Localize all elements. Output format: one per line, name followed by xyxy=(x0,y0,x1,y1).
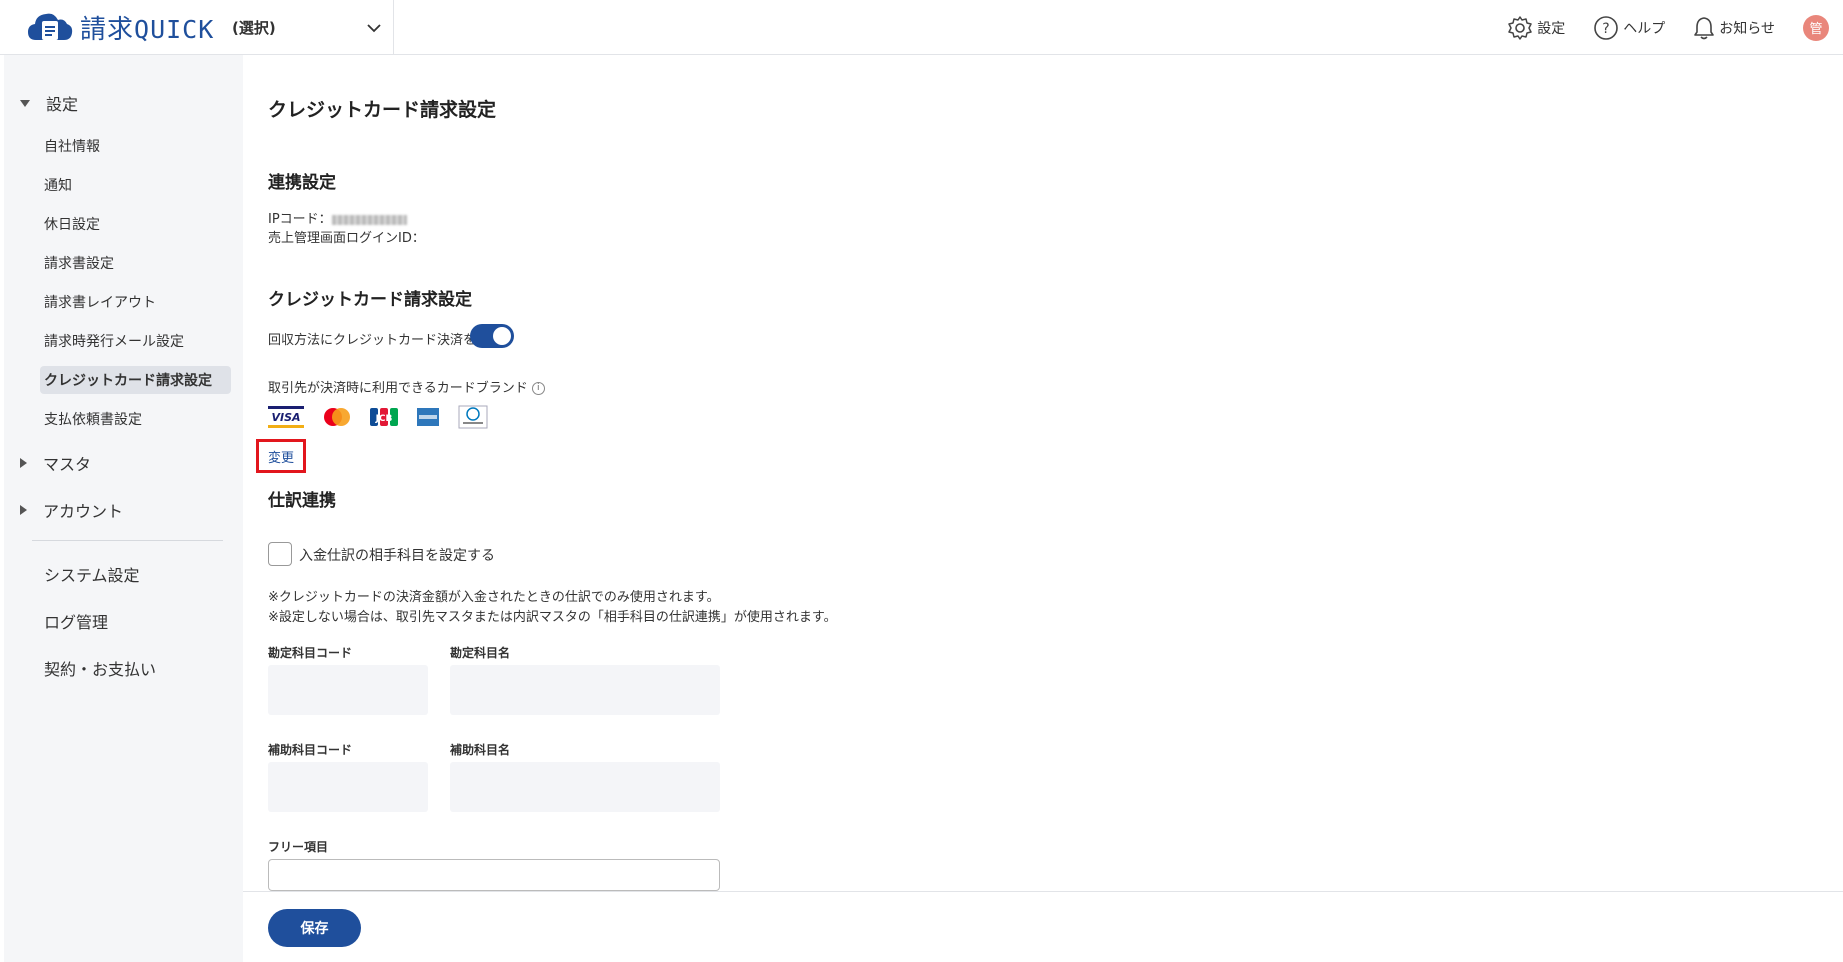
credit-card-toggle[interactable] xyxy=(470,324,514,348)
brands-row: 取引先が決済時に利用できるカードブランド i xyxy=(268,377,545,396)
caret-right-icon xyxy=(20,505,27,515)
main-content: クレジットカード請求設定 連携設定 IPコード： 売上管理画面ログインID： ク… xyxy=(243,55,1843,891)
info-icon[interactable]: i xyxy=(531,382,545,395)
sidebar-divider xyxy=(32,540,223,541)
account-code-label: 勘定科目コード xyxy=(268,646,353,660)
diners-club-icon xyxy=(458,405,488,429)
caret-down-icon xyxy=(20,99,30,107)
ip-code-redacted xyxy=(331,214,407,225)
amex-icon xyxy=(416,405,440,429)
sub-name-label: 補助科目名 xyxy=(450,743,511,757)
account-name-label: 勘定科目名 xyxy=(450,646,511,660)
sidebar-item-invoice-mail[interactable]: 請求時発行メール設定 xyxy=(40,327,231,355)
svg-text:JCB: JCB xyxy=(375,414,393,424)
sidebar-group-label: マスタ xyxy=(43,455,92,474)
sidebar-item-company-info[interactable]: 自社情報 xyxy=(40,132,231,160)
cloud-document-icon xyxy=(28,13,73,40)
app-header: 請求QUICK (選択) 設定 ? ヘルプ お知らせ 管 xyxy=(0,0,1843,55)
sub-code-label: 補助科目コード xyxy=(268,743,353,757)
sidebar-item-contract[interactable]: 契約・お支払い xyxy=(44,656,156,680)
note-2: ※設定しない場合は、取引先マスタまたは内訳マスタの「相手科目の仕訳連携」が使用さ… xyxy=(268,610,837,625)
help-label: ヘルプ xyxy=(1623,20,1666,37)
sidebar-item-holidays[interactable]: 休日設定 xyxy=(40,210,231,238)
avatar[interactable]: 管 xyxy=(1803,14,1829,41)
page-title: クレジットカード請求設定 xyxy=(268,99,497,121)
notifications-link[interactable]: お知らせ xyxy=(1693,16,1775,40)
sidebar-item-notifications[interactable]: 通知 xyxy=(40,171,231,199)
mastercard-icon xyxy=(322,405,352,429)
bell-icon xyxy=(1694,16,1715,39)
chevron-down-icon xyxy=(367,23,381,32)
account-select[interactable]: (選択) xyxy=(222,0,394,55)
sidebar-item-invoice-layout[interactable]: 請求書レイアウト xyxy=(40,288,231,316)
journal-checkbox[interactable] xyxy=(268,542,292,566)
free-item-label: フリー項目 xyxy=(268,840,329,854)
sidebar-item-invoice-settings[interactable]: 請求書設定 xyxy=(40,249,231,277)
footer-bar: 保存 xyxy=(243,891,1843,962)
toggle-label: 回収方法にクレジットカード決済を追加 xyxy=(268,333,503,348)
sidebar-item-system-settings[interactable]: システム設定 xyxy=(44,562,140,586)
free-item-field[interactable] xyxy=(268,859,720,891)
sidebar-group-account[interactable]: アカウント xyxy=(20,498,123,522)
brands-label: 取引先が決済時に利用できるカードブランド xyxy=(268,381,528,396)
journal-checkbox-label: 入金仕訳の相手科目を設定する xyxy=(299,548,495,564)
sub-code-field[interactable] xyxy=(268,762,428,812)
gear-icon xyxy=(1508,15,1533,40)
svg-text:?: ? xyxy=(1603,21,1610,37)
jcb-icon: JCB xyxy=(370,405,398,429)
save-button[interactable]: 保存 xyxy=(268,909,361,947)
visa-icon: VISA xyxy=(268,405,304,429)
sales-login-label: 売上管理画面ログインID： xyxy=(268,231,425,246)
sidebar-group-settings[interactable]: 設定 xyxy=(20,91,78,115)
ip-code-row: IPコード： xyxy=(268,208,407,227)
sidebar-item-credit-card[interactable]: クレジットカード請求設定 xyxy=(40,366,231,394)
account-name-field[interactable] xyxy=(450,665,720,715)
caret-right-icon xyxy=(20,458,27,468)
brand[interactable]: 請求QUICK xyxy=(26,10,215,45)
settings-label: 設定 xyxy=(1537,20,1566,37)
card-brand-list: VISA JCB xyxy=(268,405,506,429)
note-1: ※クレジットカードの決済金額が入金されたときの仕訳でのみ使用されます。 xyxy=(268,590,720,605)
account-select-value: (選択) xyxy=(232,19,276,37)
section-title-link: 連携設定 xyxy=(268,173,336,193)
change-brands-link[interactable]: 変更 xyxy=(268,447,294,466)
sidebar-group-label: 設定 xyxy=(46,95,79,114)
sidebar: 設定 自社情報 通知 休日設定 請求書設定 請求書レイアウト 請求時発行メール設… xyxy=(0,55,243,962)
sub-name-field[interactable] xyxy=(450,762,720,812)
ip-code-label: IPコード： xyxy=(268,212,332,227)
account-code-field[interactable] xyxy=(268,665,428,715)
section-title-credit-card: クレジットカード請求設定 xyxy=(268,290,472,310)
section-title-journal: 仕訳連携 xyxy=(268,491,336,511)
brand-name: 請求QUICK xyxy=(80,14,215,45)
help-icon: ? xyxy=(1594,15,1619,40)
sidebar-group-master[interactable]: マスタ xyxy=(20,451,91,475)
sidebar-item-logs[interactable]: ログ管理 xyxy=(44,609,108,633)
svg-text:VISA: VISA xyxy=(271,411,300,424)
notifications-label: お知らせ xyxy=(1719,20,1775,37)
help-link[interactable]: ? ヘルプ xyxy=(1593,15,1665,41)
settings-link[interactable]: 設定 xyxy=(1507,15,1565,41)
sidebar-group-label: アカウント xyxy=(43,502,124,521)
sidebar-item-payment-request[interactable]: 支払依頼書設定 xyxy=(40,405,231,433)
